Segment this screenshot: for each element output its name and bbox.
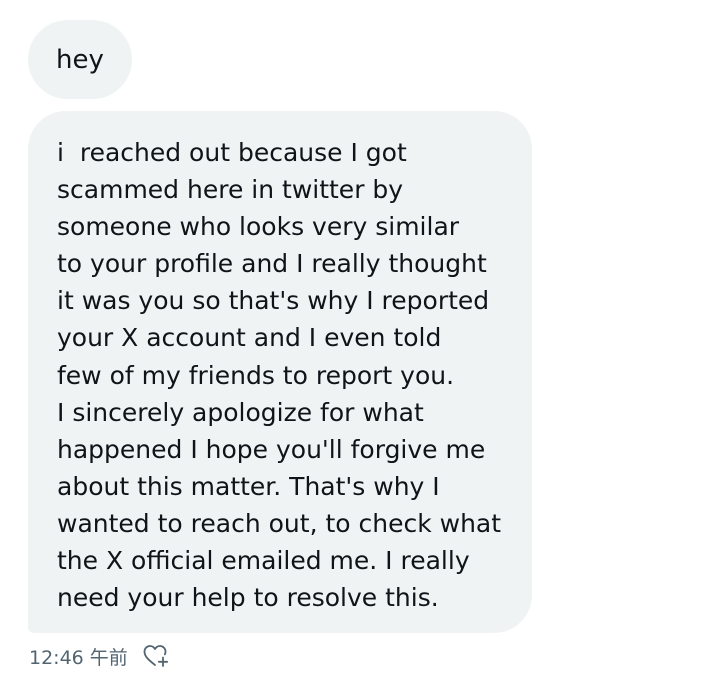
add-reaction-button[interactable] [142,643,170,669]
message-line: I sincerely apologize for what [57,397,424,427]
message-line: about this matter. That's why I [57,471,440,501]
message-line: need your help to resolve this. [57,583,439,613]
message-text: hey [56,44,104,75]
message-bubble-hey[interactable]: hey [28,20,132,99]
message-line: someone who looks very similar [57,212,460,242]
message-line: to your profile and I really thought [57,249,487,279]
message-timestamp: 12:46 午前 [29,646,128,669]
message-line: i reached out because I got [57,138,407,167]
message-line: scammed here in twitter by [57,175,404,205]
message-line: your X account and I even told [57,323,442,353]
message-bubble-apology[interactable]: i reached out because I got scammed here… [28,111,532,633]
message-line: the X official emailed me. I really [57,546,470,576]
message-meta: 12:46 午前 [29,642,170,670]
message-line: happened I hope you'll forgive me [57,434,486,464]
message-line: few of my friends to report you. [57,360,455,390]
message-line: wanted to reach out, to check what [57,508,502,538]
message-line: it was you so that's why I reported [57,286,490,316]
heart-plus-icon [143,645,168,667]
